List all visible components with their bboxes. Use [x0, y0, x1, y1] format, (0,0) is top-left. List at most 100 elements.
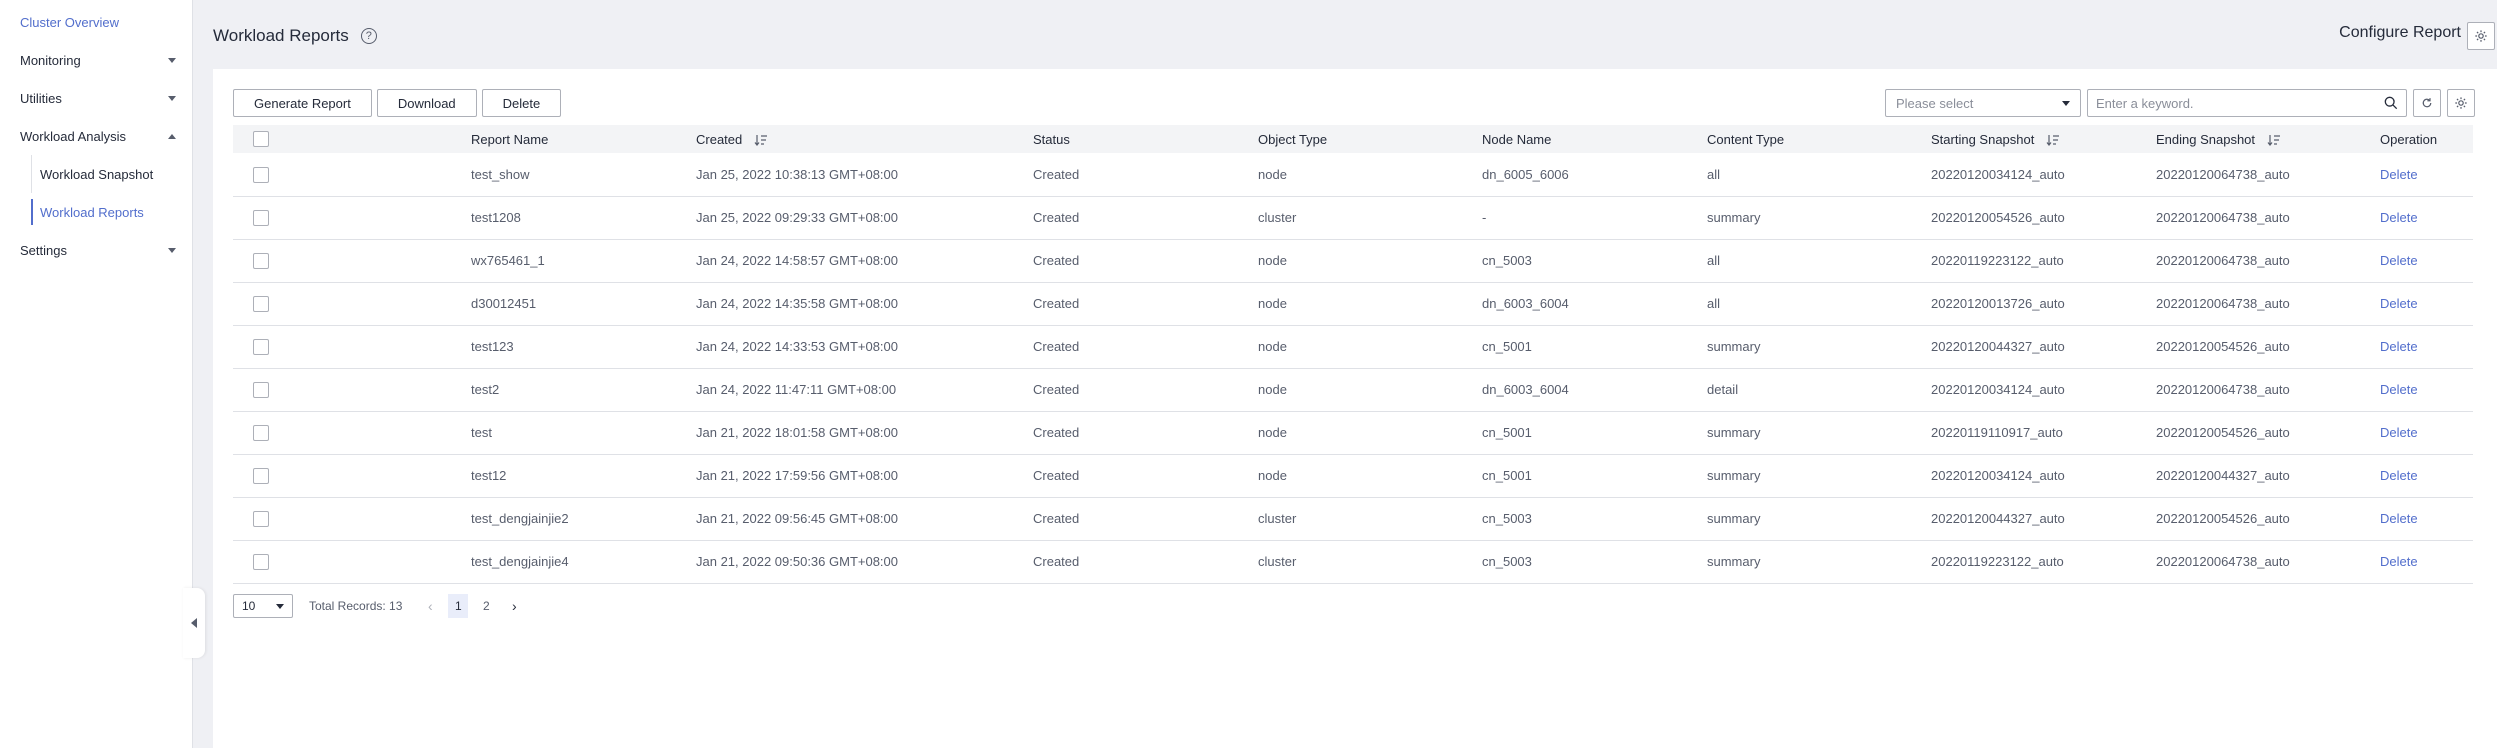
status-cell: Created [1033, 253, 1080, 268]
select-all-checkbox[interactable] [253, 131, 269, 148]
help-icon[interactable]: ? [360, 28, 377, 44]
row-select-cell [233, 196, 463, 239]
ending-snapshot-cell: 20220120054526_auto [2156, 511, 2290, 526]
refresh-button[interactable] [2413, 89, 2441, 117]
row-checkbox[interactable] [253, 424, 269, 441]
status-cell: Created [1033, 382, 1080, 397]
toolbar: Generate Report Download Delete [233, 89, 562, 117]
sort-icon[interactable] [2267, 134, 2281, 147]
sidebar-item-workload-reports[interactable]: Workload Reports [0, 193, 192, 231]
content-type-cell: summary [1707, 339, 1761, 354]
configure-report-link[interactable]: Configure Report [2339, 24, 2461, 42]
delete-link[interactable]: Delete [2372, 282, 2473, 325]
delete-link[interactable]: Delete [2372, 454, 2473, 497]
ending-snapshot-cell: 20220120064738_auto [2156, 210, 2290, 225]
column-header-created[interactable]: Created [688, 125, 1025, 153]
row-checkbox[interactable] [253, 338, 269, 355]
row-checkbox[interactable] [253, 166, 269, 183]
row-select-cell [233, 368, 463, 411]
table-row: test_dengjainjie4 Jan 21, 2022 09:50:36 G… [233, 540, 2473, 583]
table-body: test_show Jan 25, 2022 10:38:13 GMT+08:00… [233, 153, 2473, 583]
row-checkbox[interactable] [253, 252, 269, 269]
sidebar-item-monitoring[interactable]: Monitoring [0, 41, 192, 79]
page-button-1[interactable]: 1 [448, 594, 469, 618]
configure-report-button[interactable] [2467, 22, 2495, 50]
column-label: Node Name [1482, 131, 1552, 147]
filter-select-placeholder: Please select [1896, 95, 1974, 111]
row-checkbox[interactable] [253, 553, 269, 570]
sidebar-item-settings[interactable]: Settings [0, 231, 192, 269]
filter-select[interactable]: Please select [1885, 89, 2081, 117]
status-cell: Created [1033, 339, 1080, 354]
ending-snapshot-cell: 20220120044327_auto [2156, 468, 2290, 483]
delete-link[interactable]: Delete [2372, 411, 2473, 454]
status-cell: Created [1033, 554, 1080, 569]
search-icon[interactable] [2384, 96, 2398, 110]
sidebar-item-label: Workload Snapshot [40, 166, 154, 182]
object-type-cell: cluster [1258, 554, 1297, 569]
column-header-operation: Operation [2372, 125, 2473, 153]
chevron-down-icon [168, 247, 176, 253]
column-label: Content Type [1707, 131, 1785, 147]
column-header-ending-snapshot[interactable]: Ending Snapshot [2148, 125, 2372, 153]
row-select-cell [233, 153, 463, 196]
configure-report-label: Configure Report [2339, 24, 2461, 41]
starting-snapshot-cell: 20220119223122_auto [1931, 253, 2064, 268]
report-name-cell: test12 [471, 468, 507, 483]
starting-snapshot-cell: 20220120034124_auto [1931, 382, 2065, 397]
total-records: Total Records: 13 [309, 599, 403, 613]
gear-icon [2455, 97, 2467, 109]
sidebar-item-utilities[interactable]: Utilities [0, 79, 192, 117]
column-header-content-type: Content Type [1699, 125, 1923, 153]
column-header-report-name: Report Name [463, 125, 688, 153]
node-name-cell: - [1482, 210, 1487, 225]
generate-report-button[interactable]: Generate Report [233, 89, 372, 117]
page-button-2[interactable]: 2 [476, 594, 496, 618]
sidebar-item-workload-snapshot[interactable]: Workload Snapshot [0, 155, 192, 193]
content-type-cell: all [1707, 253, 1721, 268]
content-type-cell: summary [1707, 468, 1761, 483]
page-title: Workload Reports ? [213, 26, 377, 46]
ending-snapshot-cell: 20220120064738_auto [2156, 554, 2290, 569]
starting-snapshot-cell: 20220120044327_auto [1931, 339, 2065, 354]
column-header-starting-snapshot[interactable]: Starting Snapshot [1923, 125, 2148, 153]
row-checkbox[interactable] [253, 510, 269, 527]
column-label: Created [696, 131, 743, 147]
pagination: 10 Total Records: 13 ‹ 1 2 › [233, 594, 524, 618]
search-input[interactable] [2096, 95, 2384, 111]
delete-link[interactable]: Delete [2372, 196, 2473, 239]
column-header-object-type: Object Type [1250, 125, 1474, 153]
delete-link[interactable]: Delete [2372, 325, 2473, 368]
delete-button[interactable]: Delete [481, 89, 562, 117]
sidebar-item-cluster-overview[interactable]: Cluster Overview [0, 3, 192, 41]
created-cell: Jan 25, 2022 10:38:13 GMT+08:00 [696, 166, 899, 182]
delete-link[interactable]: Delete [2372, 368, 2473, 411]
starting-snapshot-cell: 20220120054526_auto [1931, 210, 2065, 225]
sidebar-collapse-button[interactable] [183, 588, 205, 658]
object-type-cell: node [1258, 253, 1287, 268]
row-select-cell [233, 497, 463, 540]
column-settings-button[interactable] [2447, 89, 2475, 117]
status-cell: Created [1033, 511, 1080, 526]
page-size-select[interactable]: 10 [233, 594, 293, 618]
row-checkbox[interactable] [253, 467, 269, 484]
object-type-cell: node [1258, 468, 1287, 483]
row-checkbox[interactable] [253, 209, 269, 226]
delete-link[interactable]: Delete [2372, 540, 2473, 583]
content-type-cell: all [1707, 296, 1721, 311]
prev-page-button[interactable]: ‹ [420, 594, 440, 618]
next-page-button[interactable]: › [504, 594, 524, 618]
starting-snapshot-cell: 20220120044327_auto [1931, 511, 2065, 526]
row-checkbox[interactable] [253, 381, 269, 398]
column-header-node-name: Node Name [1474, 125, 1699, 153]
delete-link[interactable]: Delete [2372, 497, 2473, 540]
delete-link[interactable]: Delete [2372, 153, 2473, 196]
delete-link[interactable]: Delete [2372, 239, 2473, 282]
column-label: Ending Snapshot [2156, 131, 2256, 147]
sort-icon[interactable] [2046, 134, 2060, 147]
sidebar-item-workload-analysis[interactable]: Workload Analysis [0, 117, 192, 155]
sort-icon[interactable] [754, 134, 768, 147]
table-row: test12 Jan 21, 2022 17:59:56 GMT+08:00 Cre… [233, 454, 2473, 497]
download-button[interactable]: Download [376, 89, 477, 117]
row-checkbox[interactable] [253, 295, 269, 312]
